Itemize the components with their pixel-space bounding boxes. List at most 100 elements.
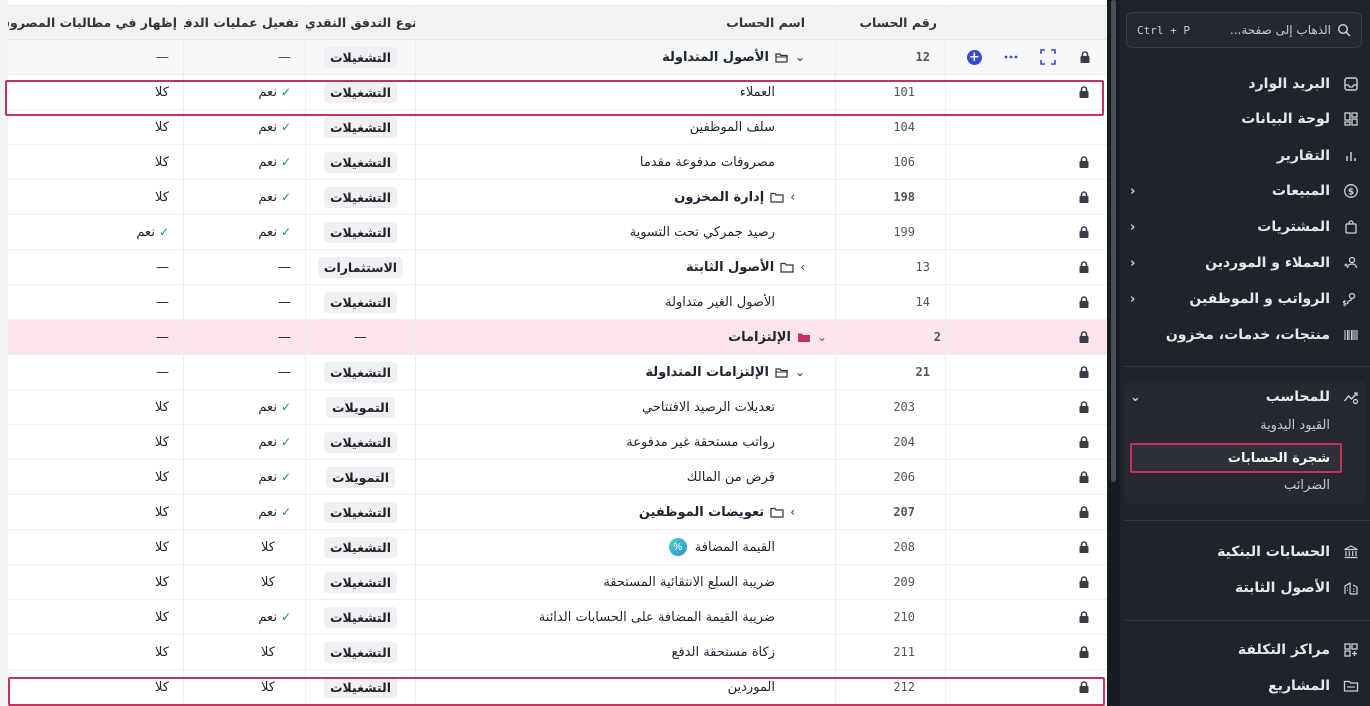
lock-icon [1075, 503, 1093, 521]
cash-flow-badge: التشغيلات [324, 221, 398, 243]
main-scrollbar[interactable] [1107, 0, 1120, 706]
chevron-right-icon[interactable]: › [790, 190, 795, 204]
account-name-text[interactable]: إدارة المخزون [674, 190, 764, 205]
account-name-text[interactable]: العملاء [740, 85, 775, 100]
account-name-text[interactable]: تعويضات الموظفين [639, 505, 764, 520]
show-in-expense-claims: كلا [8, 670, 183, 704]
sidebar-subitem-manual-entries[interactable]: القيود اليدوية [1260, 418, 1330, 433]
table-row[interactable]: 206 قرض من المالك التمويلات ✓ نعم كلا [8, 460, 1107, 495]
chevron-right-icon[interactable]: › [800, 260, 805, 274]
show-in-expense-claims: كلا [8, 530, 183, 564]
chevron-down-icon[interactable]: ⌄ [795, 365, 805, 379]
header-show-in-expense-claims[interactable]: إظهار في مطالبات المصروفات [8, 6, 183, 39]
account-number: 13 [835, 250, 945, 284]
lock-icon [1075, 398, 1093, 416]
lock-icon [1075, 83, 1093, 101]
account-number: 106 [835, 145, 945, 179]
account-name-text[interactable]: الأصول الغير متداولة [665, 295, 775, 310]
table-row[interactable]: 14 الأصول الغير متداولة التشغيلات — — [8, 285, 1107, 320]
table-row[interactable]: 203 تعديلات الرصيد الافتتاحي التمويلات ✓… [8, 390, 1107, 425]
table-row[interactable]: 13 › الأصول الثابتة الاستثمارات — — [8, 250, 1107, 285]
account-name-text[interactable]: تعديلات الرصيد الافتتاحي [642, 400, 775, 415]
account-name: الموردين [415, 670, 835, 704]
enable-payments-text: نعم [258, 119, 277, 135]
account-name-text[interactable]: الأصول الثابتة [686, 260, 774, 275]
table-row[interactable]: + 12 ⌄ الأصول المتداولة التشغيلات — — [8, 40, 1107, 75]
cash-flow-badge: التشغيلات [324, 81, 398, 103]
account-name-text[interactable]: زكاة مستحقة الدفع [672, 645, 775, 660]
chevron-right-icon[interactable]: › [790, 505, 795, 519]
sidebar-item-reports[interactable]: التقارير [1128, 141, 1360, 171]
cash-flow-type: التشغيلات [305, 495, 415, 529]
cash-flow-badge: التشغيلات [324, 186, 398, 208]
account-name-text[interactable]: سلف الموظفين [690, 120, 775, 135]
account-name-text[interactable]: رواتب مستحقة غير مدفوعة [626, 435, 775, 450]
search-box[interactable]: الذهاب إلى صفحة... Ctrl + P [1126, 12, 1362, 48]
header-account-number[interactable]: رقم الحساب [835, 6, 945, 39]
table-row[interactable]: 198 › إدارة المخزون التشغيلات ✓ نعم كلا [8, 180, 1107, 215]
table-row[interactable]: 104 سلف الموظفين التشغيلات ✓ نعم كلا [8, 110, 1107, 145]
add-icon[interactable]: + [966, 48, 983, 66]
sidebar-item-accountant[interactable]: للمحاسب ⌄ [1128, 382, 1360, 412]
table-row[interactable]: 208 القيمة المضافة % التشغيلات كلا كلا [8, 530, 1107, 565]
table-row[interactable]: 199 رصيد جمركي تحت التسوية التشغيلات ✓ نع… [8, 215, 1107, 250]
folder-open-icon [775, 367, 788, 378]
account-number-text: 211 [893, 645, 915, 659]
expense-claims-text: كلا [155, 539, 169, 555]
table-row[interactable]: 210 ضريبة القيمة المضافة على الحسابات ال… [8, 600, 1107, 635]
row-actions [945, 180, 1107, 214]
table-row[interactable]: 212 الموردين التشغيلات كلا كلا [8, 670, 1107, 705]
row-actions [945, 635, 1107, 669]
sidebar-item-payroll[interactable]: $ الرواتب و الموظفين ‹ [1128, 284, 1360, 314]
account-name-text[interactable]: ضريبة السلع الانتقائية المستحقة [603, 575, 775, 590]
header-account-name[interactable]: اسم الحساب [415, 6, 835, 39]
sidebar-item-purchases[interactable]: المشتريات ‹ [1128, 212, 1360, 242]
sidebar-item-sales[interactable]: $ المبيعات ‹ [1128, 176, 1360, 206]
account-number: 208 [835, 530, 945, 564]
table-row[interactable]: 2 ⌄ الإلتزامات — — — [8, 320, 1107, 355]
chevron-down-icon[interactable]: ⌄ [817, 330, 827, 344]
table-row[interactable]: 101 العملاء التشغيلات ✓ نعم كلا [8, 75, 1107, 110]
sidebar-item-customers-suppliers[interactable]: العملاء و الموردين ‹ [1128, 248, 1360, 278]
expense-claims-text: كلا [155, 469, 169, 485]
sidebar-subitem-chart-of-accounts[interactable]: شجرة الحسابات [1130, 443, 1342, 473]
lock-icon [1075, 188, 1093, 206]
sidebar-item-bank-accounts[interactable]: الحسابات البنكية [1128, 537, 1360, 567]
table-row[interactable]: 209 ضريبة السلع الانتقائية المستحقة التش… [8, 565, 1107, 600]
table-row[interactable]: 207 › تعويضات الموظفين التشغيلات ✓ نعم كل… [8, 495, 1107, 530]
account-number-text: 106 [893, 155, 915, 169]
account-name-text[interactable]: القيمة المضافة [695, 540, 775, 555]
scrollbar-thumb[interactable] [1111, 0, 1116, 482]
cash-flow-type: التشغيلات [305, 180, 415, 214]
sidebar-item-dashboard[interactable]: لوحة البيانات [1128, 104, 1360, 134]
table-row[interactable]: 211 زكاة مستحقة الدفع التشغيلات كلا كلا [8, 635, 1107, 670]
expand-icon[interactable] [1040, 48, 1057, 66]
table-row[interactable]: 106 مصروفات مدفوعة مقدما التشغيلات ✓ نعم … [8, 145, 1107, 180]
account-name-text[interactable]: الإلتزامات [728, 330, 791, 345]
account-number: 206 [835, 460, 945, 494]
chevron-down-icon[interactable]: ⌄ [795, 50, 805, 64]
sidebar-subitem-taxes[interactable]: الضرائب [1284, 478, 1330, 493]
account-name-text[interactable]: مصروفات مدفوعة مقدما [640, 155, 775, 170]
chevron-left-icon: ‹ [1130, 291, 1136, 307]
sidebar-item-cost-centers[interactable]: مراكز التكلفة [1128, 635, 1360, 665]
sidebar-item-inbox[interactable]: البريد الوارد [1128, 69, 1360, 99]
account-name-text[interactable]: ضريبة القيمة المضافة على الحسابات الدائن… [539, 610, 775, 625]
account-name-text[interactable]: الموردين [728, 680, 775, 695]
header-cash-flow-type[interactable]: نوع التدفق النقدي [305, 6, 415, 39]
sidebar-item-projects[interactable]: المشاريع [1128, 671, 1360, 701]
account-name-text[interactable]: قرض من المالك [687, 470, 775, 485]
more-options-icon[interactable] [1003, 48, 1020, 66]
sidebar-item-products[interactable]: منتجات، خدمات، مخزون [1128, 320, 1360, 350]
account-name-text[interactable]: الإلتزامات المتداولة [645, 365, 769, 380]
enable-payments-text: كلا [261, 644, 275, 660]
header-enable-payments[interactable]: تفعيل عمليات الدفع [183, 6, 305, 39]
enable-payments: — [183, 320, 305, 354]
cash-flow-type: التشغيلات [305, 355, 415, 389]
sidebar-item-fixed-assets[interactable]: الأصول الثابتة [1128, 573, 1360, 603]
account-name-text[interactable]: رصيد جمركي تحت التسوية [630, 225, 775, 240]
enable-payments-text: نعم [258, 189, 277, 205]
enable-payments: ✓ نعم [183, 425, 305, 459]
table-row[interactable]: 204 رواتب مستحقة غير مدفوعة التشغيلات ✓ ن… [8, 425, 1107, 460]
table-row[interactable]: 21 ⌄ الإلتزامات المتداولة التشغيلات — — [8, 355, 1107, 390]
